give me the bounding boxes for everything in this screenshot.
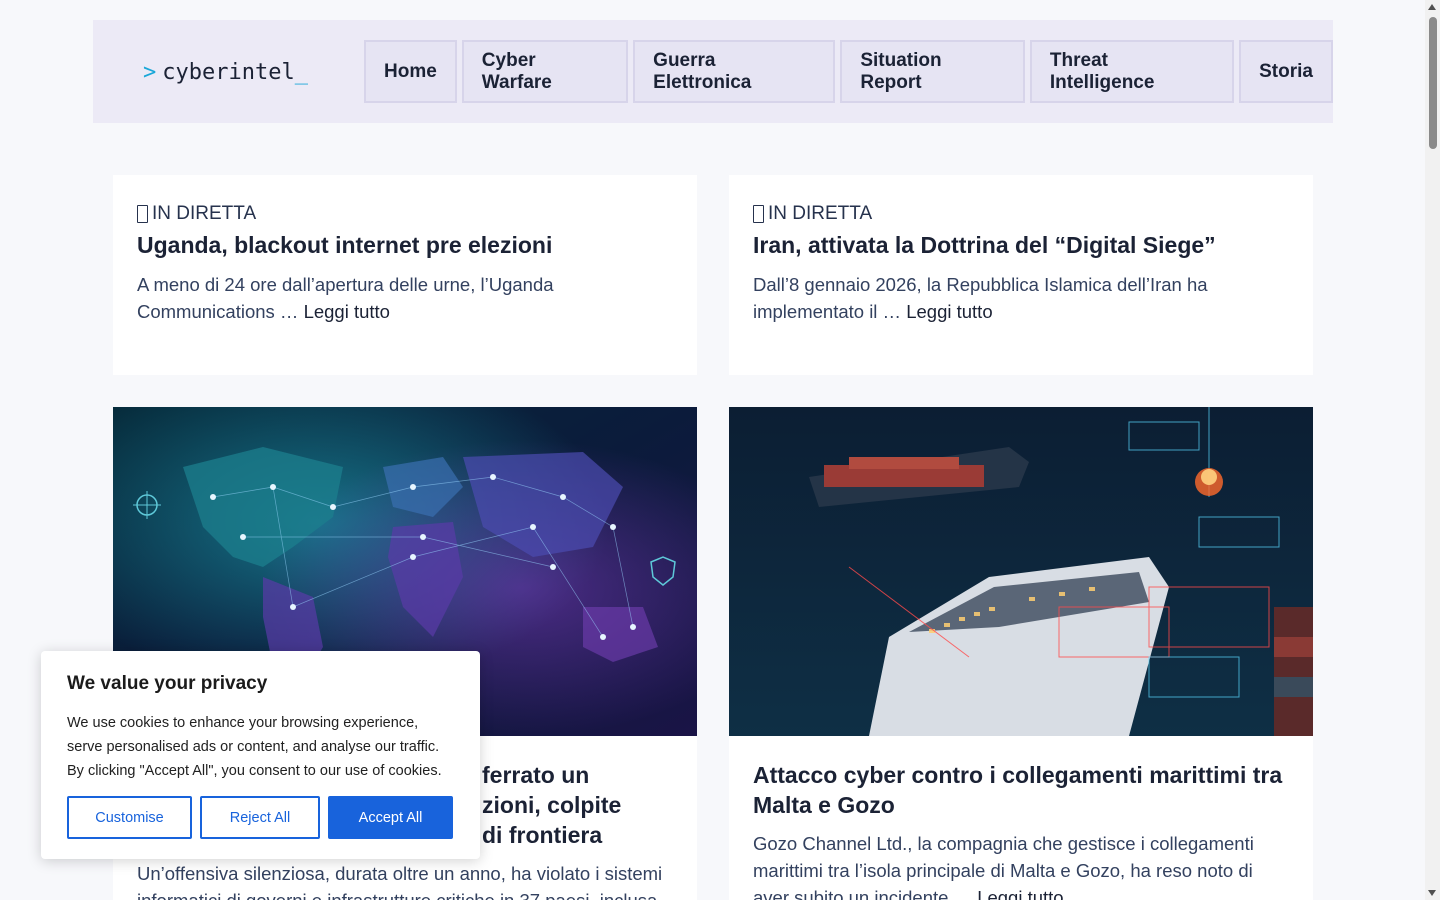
- reject-all-button[interactable]: Reject All: [200, 796, 320, 839]
- scroll-up-icon[interactable]: [1428, 4, 1436, 10]
- ship-port-cyber-image[interactable]: [729, 407, 1313, 736]
- scroll-down-icon[interactable]: [1428, 890, 1436, 896]
- live-card-excerpt: A meno di 24 ore dall’apertura delle urn…: [137, 271, 677, 325]
- article-title-line: di frontiera: [482, 822, 603, 848]
- live-card[interactable]: IN DIRETTA Uganda, blackout internet pre…: [113, 175, 697, 375]
- main-nav: Home Cyber Warfare Guerra Elettronica Si…: [364, 40, 1333, 103]
- live-badge: IN DIRETTA: [753, 202, 1293, 226]
- nav-home[interactable]: Home: [364, 40, 457, 103]
- article-title[interactable]: Attacco cyber contro i collegamenti mari…: [753, 760, 1293, 820]
- nav-storia[interactable]: Storia: [1239, 40, 1333, 103]
- site-header: > cyberintel _ Home Cyber Warfare Guerra…: [93, 20, 1333, 123]
- cookie-buttons: Customise Reject All Accept All: [67, 796, 453, 839]
- cookie-title: We value your privacy: [67, 673, 268, 694]
- article-title-line: ferrato un: [482, 762, 590, 788]
- nav-situation-report[interactable]: Situation Report: [840, 40, 1025, 103]
- scroll-thumb[interactable]: [1429, 17, 1437, 149]
- nav-cyber-warfare[interactable]: Cyber Warfare: [461, 40, 629, 103]
- article-card[interactable]: Attacco cyber contro i collegamenti mari…: [729, 407, 1313, 900]
- cookie-consent-banner: We value your privacy We use cookies to …: [41, 651, 480, 859]
- logo-cursor: _: [294, 59, 308, 85]
- article-excerpt: Un’offensiva silenziosa, durata oltre un…: [137, 863, 663, 900]
- live-icon: [753, 205, 764, 223]
- logo-prompt: >: [143, 59, 157, 85]
- nav-guerra-elettronica[interactable]: Guerra Elettronica: [633, 40, 836, 103]
- read-more-link[interactable]: Leggi tutto: [906, 301, 992, 322]
- accept-all-button[interactable]: Accept All: [328, 796, 453, 839]
- live-card[interactable]: IN DIRETTA Iran, attivata la Dottrina de…: [729, 175, 1313, 375]
- page-scrollbar[interactable]: [1425, 0, 1440, 900]
- live-badge: IN DIRETTA: [137, 202, 677, 226]
- cookie-text: We use cookies to enhance your browsing …: [67, 715, 442, 779]
- site-logo[interactable]: > cyberintel _: [143, 58, 308, 86]
- live-card-title[interactable]: Uganda, blackout internet pre elezioni: [137, 230, 677, 260]
- live-badge-label: IN DIRETTA: [152, 203, 257, 224]
- read-more-link[interactable]: Leggi tutto: [304, 301, 390, 322]
- logo-text: cyberintel: [162, 59, 295, 85]
- live-badge-label: IN DIRETTA: [768, 203, 873, 224]
- live-icon: [137, 205, 148, 223]
- live-card-title[interactable]: Iran, attivata la Dottrina del “Digital …: [753, 230, 1293, 260]
- nav-threat-intelligence[interactable]: Threat Intelligence: [1029, 40, 1235, 103]
- customise-button[interactable]: Customise: [67, 796, 192, 839]
- article-title-line: zioni, colpite: [482, 792, 622, 818]
- read-more-link[interactable]: Leggi tutto: [977, 887, 1063, 900]
- article-excerpt: Gozo Channel Ltd., la compagnia che gest…: [753, 830, 1293, 900]
- live-card-excerpt: Dall’8 gennaio 2026, la Repubblica Islam…: [753, 271, 1293, 325]
